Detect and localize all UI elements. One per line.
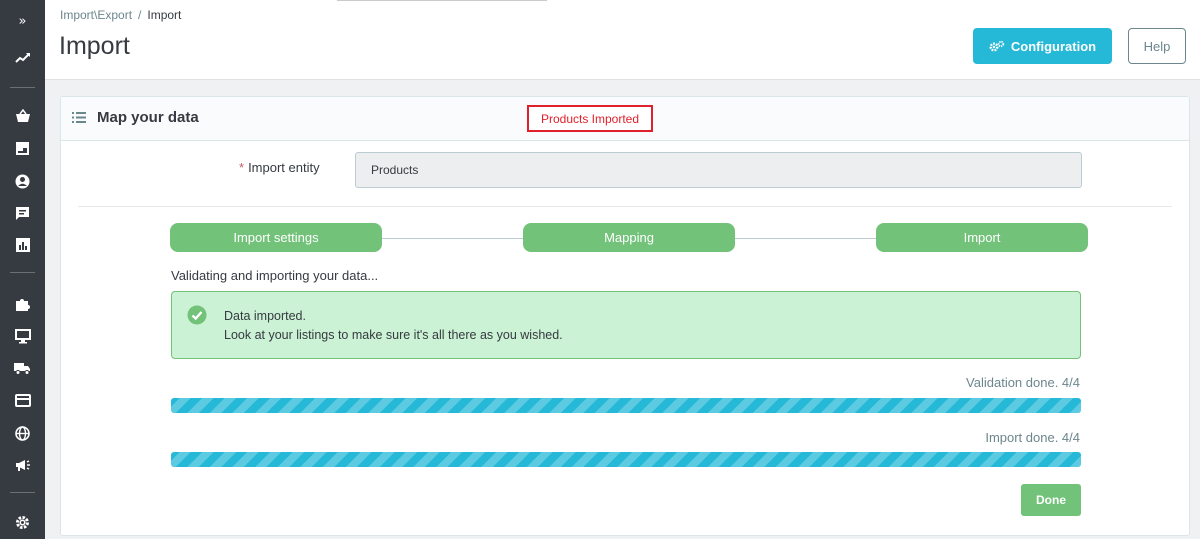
step-import-settings: Import settings	[170, 223, 382, 252]
megaphone-icon[interactable]	[0, 455, 45, 475]
customer-icon[interactable]	[0, 171, 45, 191]
puzzle-icon[interactable]	[0, 294, 45, 314]
card-icon[interactable]	[0, 390, 45, 410]
check-circle-icon	[187, 305, 207, 325]
list-icon	[72, 112, 86, 123]
status-text: Validating and importing your data...	[171, 268, 379, 283]
import-progress-bar	[171, 452, 1081, 467]
alert-message: Look at your listings to make sure it's …	[224, 328, 563, 342]
success-alert: Data imported. Look at your listings to …	[171, 291, 1081, 359]
cogs-icon	[989, 40, 1005, 51]
validation-progress-label: Validation done. 4/4	[966, 375, 1080, 390]
divider	[78, 206, 1172, 207]
card-header: Map your data Products Imported	[61, 97, 1189, 141]
basket-icon[interactable]	[0, 106, 45, 126]
expand-icon[interactable]: »	[0, 11, 45, 31]
monitor-icon[interactable]	[0, 326, 45, 346]
card-title: Map your data	[97, 109, 199, 126]
step-import: Import	[876, 223, 1088, 252]
page-header: Import\Export / Import Import Configuratio…	[45, 0, 1200, 80]
truck-icon[interactable]	[0, 358, 45, 378]
settings-icon[interactable]	[0, 512, 45, 532]
import-progress-fill	[171, 452, 1081, 467]
globe-icon[interactable]	[0, 423, 45, 443]
validation-progress-fill	[171, 398, 1081, 413]
page-title: Import	[59, 32, 130, 60]
products-imported-annotation: Products Imported	[527, 105, 653, 132]
sidebar-separator	[10, 272, 35, 273]
sidebar-separator	[10, 492, 35, 493]
configuration-button[interactable]: Configuration	[973, 28, 1112, 64]
import-entity-select[interactable]: Products	[355, 152, 1082, 188]
map-data-card: Map your data Products Imported * Import …	[60, 96, 1190, 536]
breadcrumb-parent[interactable]: Import\Export	[60, 8, 132, 22]
step-connector	[735, 238, 877, 239]
top-strip	[337, 0, 547, 1]
stats-icon[interactable]	[0, 235, 45, 255]
step-mapping: Mapping	[523, 223, 735, 252]
sidebar-separator	[10, 87, 35, 88]
step-connector	[382, 238, 524, 239]
import-entity-label: * Import entity	[239, 160, 320, 175]
alert-title: Data imported.	[224, 309, 306, 323]
message-icon[interactable]	[0, 203, 45, 223]
import-progress-label: Import done. 4/4	[985, 430, 1080, 445]
breadcrumb: Import\Export / Import	[60, 8, 182, 22]
help-button[interactable]: Help	[1128, 28, 1186, 64]
required-marker: *	[239, 160, 245, 175]
store-icon[interactable]	[0, 138, 45, 158]
breadcrumb-current: Import	[147, 8, 182, 22]
done-button[interactable]: Done	[1021, 484, 1081, 516]
validation-progress-bar	[171, 398, 1081, 413]
trend-icon[interactable]	[0, 48, 45, 68]
sidebar: »	[0, 0, 45, 539]
